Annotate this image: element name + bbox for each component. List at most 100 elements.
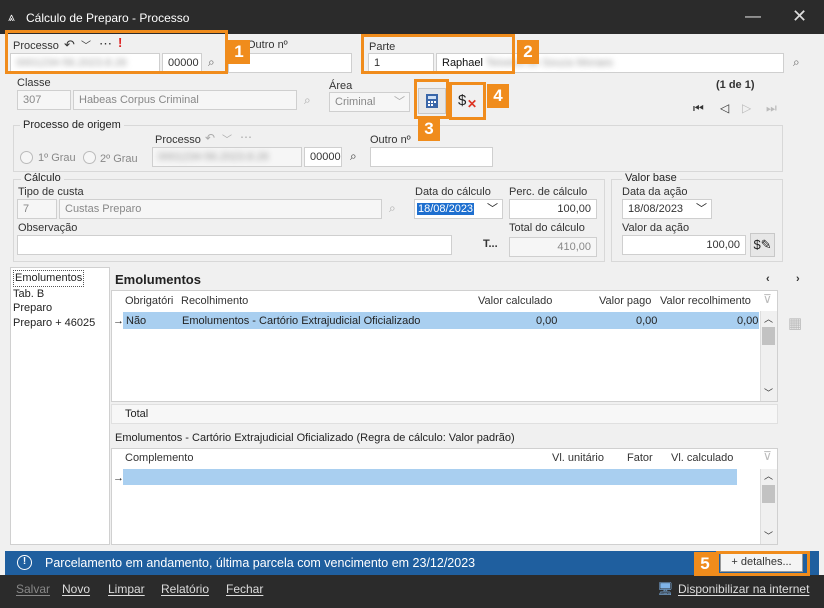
radio-1grau[interactable] xyxy=(20,151,33,164)
origem-outro-label: Outro nº xyxy=(370,134,411,146)
annotation-box-4 xyxy=(449,82,486,120)
cell-obrigatorio: Não xyxy=(126,315,147,327)
detail-scroll-down-icon[interactable]: ﹀ xyxy=(764,529,773,542)
col-vl-calculado[interactable]: Vl. calculado xyxy=(671,452,733,464)
status-message: Parcelamento em andamento, última parcel… xyxy=(45,556,476,570)
col-obrigatorio[interactable]: Obrigatóri xyxy=(125,295,173,307)
col-valor-recolhimento[interactable]: Valor recolhimento xyxy=(660,295,751,307)
origem-undo-icon[interactable]: ↶ xyxy=(205,131,215,145)
disponibilizar-button[interactable]: Disponibilizar na internet xyxy=(678,582,809,596)
area-label: Área xyxy=(329,80,353,92)
next-page-icon[interactable]: ▷ xyxy=(742,101,751,115)
data-calculo-label: Data do cálculo xyxy=(415,186,491,198)
classe-code-input[interactable]: 307 xyxy=(17,90,71,110)
tipo-name-input[interactable]: Custas Preparo xyxy=(59,199,382,219)
scroll-down-icon[interactable]: ﹀ xyxy=(764,386,773,399)
data-calculo-input[interactable]: 18/08/2023 ﹀ xyxy=(414,199,503,219)
origem-processo-input[interactable]: 0001234-56.2023.8.26 xyxy=(152,147,302,167)
col-fator[interactable]: Fator xyxy=(627,452,653,464)
classe-label: Classe xyxy=(17,77,51,89)
cell-recolhimento: Emolumentos - Cartório Extrajudicial Ofi… xyxy=(182,315,421,327)
cell-valor-pago: 0,00 xyxy=(636,315,658,327)
limpar-button[interactable]: Limpar xyxy=(108,582,145,596)
last-page-icon[interactable]: ⏭ xyxy=(766,101,777,116)
tipo-search-icon[interactable]: ⌕ xyxy=(389,201,396,216)
list-item[interactable]: Emolumentos xyxy=(13,270,85,287)
valor-acao-label: Valor da ação xyxy=(622,222,690,234)
tipo-code-input[interactable]: 7 xyxy=(17,199,57,219)
cell-valor-recolhimento: 0,00 xyxy=(737,315,759,327)
total-calculo-value: 410,00 xyxy=(509,237,597,257)
origem-search-icon[interactable]: ⌕ xyxy=(350,149,357,164)
annotation-label-2: 2 xyxy=(517,40,539,64)
col-valor-pago[interactable]: Valor pago xyxy=(599,295,651,307)
annotation-box-2 xyxy=(361,34,515,74)
prev-panel-icon[interactable]: ‹ xyxy=(766,273,770,285)
col-recolhimento[interactable]: Recolhimento xyxy=(181,295,248,307)
col-vl-unitario[interactable]: Vl. unitário xyxy=(552,452,604,464)
relatorio-button[interactable]: Relatório xyxy=(161,582,209,596)
obs-input[interactable] xyxy=(17,235,452,255)
data-acao-label: Data da ação xyxy=(622,186,688,198)
radio-2grau-label: 2º Grau xyxy=(100,153,138,165)
area-select[interactable]: Criminal ﹀ xyxy=(329,92,410,112)
app-icon: ⩓ xyxy=(8,10,15,24)
origem-outro-input[interactable] xyxy=(370,147,493,167)
edit-value-button[interactable]: $✎ xyxy=(750,233,775,257)
perc-input[interactable]: 100,00 xyxy=(509,199,597,219)
detail-filter-icon[interactable]: ⊽ xyxy=(763,449,772,463)
radio-2grau[interactable] xyxy=(83,151,96,164)
annotation-label-4: 4 xyxy=(487,84,509,108)
col-complemento[interactable]: Complemento xyxy=(125,452,193,464)
origem-more-icon[interactable]: ⋯ xyxy=(240,130,252,144)
valorbase-section-title: Valor base xyxy=(622,172,680,184)
window-title: Cálculo de Preparo - Processo xyxy=(26,11,190,25)
parte-search-icon[interactable]: ⌕ xyxy=(793,55,800,70)
radio-1grau-label: 1º Grau xyxy=(38,152,76,164)
title-bar: ⩓ Cálculo de Preparo - Processo — ✕ xyxy=(0,0,824,34)
col-valor-calculado[interactable]: Valor calculado xyxy=(478,295,552,307)
obs-text-button[interactable]: T... xyxy=(483,238,498,250)
prev-page-icon[interactable]: ◁ xyxy=(720,101,729,115)
first-page-icon[interactable]: ⏮ xyxy=(693,101,704,116)
annotation-label-1: 1 xyxy=(228,40,250,64)
filter-icon[interactable]: ⊽ xyxy=(763,292,772,306)
salvar-button[interactable]: Salvar xyxy=(16,582,50,596)
dollar-edit-icon: $✎ xyxy=(753,237,772,252)
list-item[interactable]: Preparo xyxy=(13,301,95,316)
detail-table-row[interactable] xyxy=(123,469,737,485)
annotation-box-5 xyxy=(716,551,810,576)
outro-label: Outro nº xyxy=(247,39,288,51)
origem-processo-label: Processo xyxy=(155,134,201,146)
obs-label: Observação xyxy=(18,222,78,234)
classe-search-icon[interactable]: ⌕ xyxy=(304,93,311,108)
origem-chevron-icon[interactable]: ﹀ xyxy=(222,131,232,146)
scroll-thumb[interactable] xyxy=(762,327,775,345)
fechar-button[interactable]: Fechar xyxy=(226,582,263,596)
info-icon: ! xyxy=(17,555,32,570)
calculator-side-icon[interactable]: ▦ xyxy=(788,314,802,332)
globe-icon: 🖥 xyxy=(657,581,674,596)
scroll-up-icon[interactable]: ︿ xyxy=(764,312,773,325)
detail-scroll-thumb[interactable] xyxy=(762,485,775,503)
annotation-box-3 xyxy=(414,79,449,119)
list-item[interactable]: Tab. B xyxy=(13,287,95,302)
next-panel-icon[interactable]: › xyxy=(796,273,800,285)
minimize-button[interactable]: — xyxy=(745,8,761,26)
classe-name-input[interactable]: Habeas Corpus Criminal xyxy=(73,90,297,110)
novo-button[interactable]: Novo xyxy=(62,582,90,596)
data-acao-input[interactable]: 18/08/2023 ﹀ xyxy=(622,199,712,219)
cell-valor-calculado: 0,00 xyxy=(536,315,558,327)
list-item[interactable]: Preparo + 46025 xyxy=(13,316,95,331)
detail-title: Emolumentos - Cartório Extrajudicial Ofi… xyxy=(115,432,515,444)
annotation-label-5: 5 xyxy=(694,552,716,576)
bottom-toolbar: Salvar Novo Limpar Relatório Fechar 🖥 Di… xyxy=(0,575,824,608)
calculo-section-title: Cálculo xyxy=(21,172,64,184)
annotation-label-3: 3 xyxy=(418,117,440,141)
detail-scroll-up-icon[interactable]: ︿ xyxy=(764,469,773,482)
origem-section-title: Processo de origem xyxy=(20,119,124,131)
emol-title: Emolumentos xyxy=(115,272,201,287)
close-button[interactable]: ✕ xyxy=(792,6,807,27)
valor-acao-input[interactable]: 100,00 xyxy=(622,235,746,255)
origem-suffix-input[interactable]: 00000 xyxy=(304,147,342,167)
